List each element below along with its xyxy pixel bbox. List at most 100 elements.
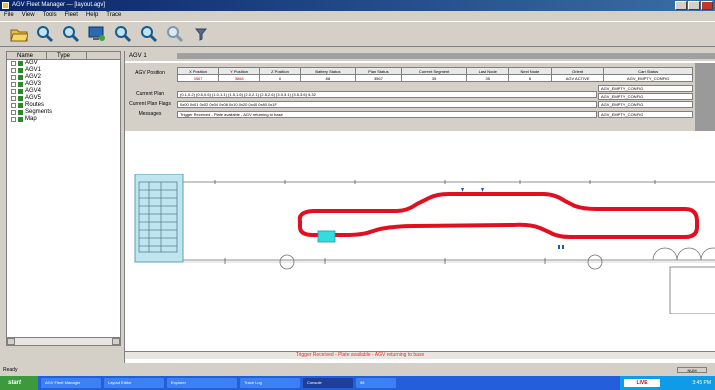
zoom-fit-icon[interactable] <box>114 25 132 43</box>
table-cell: 0 <box>259 74 301 82</box>
tree-item-label: AGV4 <box>25 88 42 94</box>
agv-icon <box>18 96 23 101</box>
start-button[interactable]: start <box>0 376 38 390</box>
agv-position-table: X Position Y Position Z Position Battery… <box>176 67 693 82</box>
tree-item[interactable]: AGV <box>7 60 120 67</box>
status-line: AGV_EMPTY_CONFIG <box>598 93 693 100</box>
taskbar-item[interactable]: Layout Editor <box>104 378 164 388</box>
menu-trace[interactable]: Trace <box>106 11 121 20</box>
station-box <box>669 266 715 314</box>
expand-icon[interactable] <box>11 96 16 101</box>
toolbar <box>0 21 715 47</box>
menu-tools[interactable]: Tools <box>43 11 57 20</box>
tree-item-label: AGV1 <box>25 67 42 73</box>
label-current-plan-flags: Current Plan Flags <box>129 101 171 107</box>
table-cell: AGV ACTIVE <box>550 74 605 82</box>
column-header: Next Node <box>507 67 552 75</box>
tree-item[interactable]: AGV1 <box>7 67 120 74</box>
current-plan-field: (0.1,0.2) (0.5,0.6) (1.0,1.1) (1.5,1.6) … <box>177 91 597 98</box>
status-bar: Ready NUM <box>0 367 715 374</box>
zoom-in-icon[interactable] <box>36 25 54 43</box>
expand-icon[interactable] <box>11 82 16 87</box>
table-cell: 35 <box>466 74 509 82</box>
system-tray: LIVE 3:45 PM <box>620 376 715 390</box>
status-message: Trigger Received - Plate available - AGV… <box>295 352 425 358</box>
column-header: Orient <box>550 67 605 75</box>
storage-rack-area <box>134 174 184 263</box>
table-cell: 88 <box>299 74 356 82</box>
menu-file[interactable]: File <box>4 11 14 20</box>
agv-vehicle[interactable] <box>317 230 336 243</box>
expand-icon[interactable] <box>11 103 16 108</box>
tree-item-label: Routes <box>25 102 45 108</box>
segment-icon <box>18 110 23 115</box>
taskbar-item[interactable]: 58 <box>356 378 396 388</box>
tree-item-label: Map <box>25 116 37 122</box>
agv-data-area: AGV Position Current Plan Current Plan F… <box>125 63 715 131</box>
taskbar-item[interactable]: Trace Log <box>240 378 300 388</box>
menu-bar: File View Tools Fleet Help Trace <box>0 11 715 20</box>
zoom-region-icon[interactable] <box>140 25 158 43</box>
expand-icon[interactable] <box>11 75 16 80</box>
title-bar: AGV Fleet Manager — [layout.agv] <box>0 0 715 11</box>
window-title: AGV Fleet Manager — [layout.agv] <box>12 2 106 8</box>
expand-icon[interactable] <box>11 68 16 73</box>
floor-layout-map[interactable] <box>125 174 715 314</box>
scroll-left-icon[interactable] <box>7 338 15 345</box>
tree-item[interactable]: AGV3 <box>7 81 120 88</box>
clock: 3:45 PM <box>692 380 711 386</box>
tab-strip <box>177 53 715 59</box>
taskbar-item[interactable]: Console <box>303 378 353 388</box>
taskbar-item[interactable]: AGV Fleet Manager <box>41 378 101 388</box>
monitor-icon[interactable] <box>88 25 106 43</box>
window-controls <box>675 1 713 10</box>
menu-help[interactable]: Help <box>86 11 98 20</box>
zoom-out-icon[interactable] <box>62 25 80 43</box>
tree-item[interactable]: Segments <box>7 109 120 116</box>
expand-icon[interactable] <box>11 89 16 94</box>
taskbar-item[interactable]: Explorer <box>167 378 237 388</box>
tree-item[interactable]: Routes <box>7 102 120 109</box>
main-panel: AGV 1 AGV Position Current Plan Current … <box>124 51 715 363</box>
app-icon <box>2 2 9 9</box>
tree-item[interactable]: Map <box>7 116 120 123</box>
track-ticks <box>214 180 656 264</box>
close-button[interactable] <box>701 1 713 10</box>
tree-panel: Name Type AGV AGV1 AGV2 AGV3 AGV4 AGV5 R… <box>6 51 121 346</box>
table-cell: 35 <box>400 74 468 82</box>
tree-item[interactable]: AGV4 <box>7 88 120 95</box>
tree-item-label: Segments <box>25 109 53 115</box>
num-lock-indicator: NUM <box>677 367 707 373</box>
expand-icon[interactable] <box>11 117 16 122</box>
scroll-right-icon[interactable] <box>112 338 120 345</box>
live-indicator: LIVE <box>624 379 660 387</box>
label-current-plan: Current Plan <box>135 91 165 97</box>
folder-icon <box>18 61 23 66</box>
maximize-button[interactable] <box>688 1 700 10</box>
tree-item[interactable]: AGV5 <box>7 95 120 102</box>
tree-item-label: AGV <box>25 60 38 66</box>
messages-field: Trigger Received - Plate available - AGV… <box>177 111 597 118</box>
tree-item-label: AGV5 <box>25 95 42 101</box>
expand-icon[interactable] <box>11 110 16 115</box>
tree-item[interactable]: AGV2 <box>7 74 120 81</box>
filter-icon[interactable] <box>192 25 210 43</box>
track-junctions <box>279 247 715 270</box>
node-markers <box>461 188 564 249</box>
status-line: AGV_EMPTY_CONFIG <box>598 85 693 92</box>
column-header: Y Position <box>218 67 261 75</box>
side-panel-strip <box>695 63 715 131</box>
zoom-reset-icon[interactable] <box>166 25 184 43</box>
tree-header-type[interactable]: Type <box>47 52 87 59</box>
menu-view[interactable]: View <box>22 11 35 20</box>
map-icon <box>18 117 23 122</box>
tree-horizontal-scrollbar[interactable] <box>7 337 120 345</box>
agv-icon <box>18 68 23 73</box>
minimize-button[interactable] <box>675 1 687 10</box>
open-folder-icon[interactable] <box>10 25 28 43</box>
expand-icon[interactable] <box>11 61 16 66</box>
tree-item-label: AGV3 <box>25 81 42 87</box>
tree-header-name[interactable]: Name <box>7 52 47 59</box>
menu-fleet[interactable]: Fleet <box>65 11 78 20</box>
table-cell: 3868 <box>218 74 261 82</box>
